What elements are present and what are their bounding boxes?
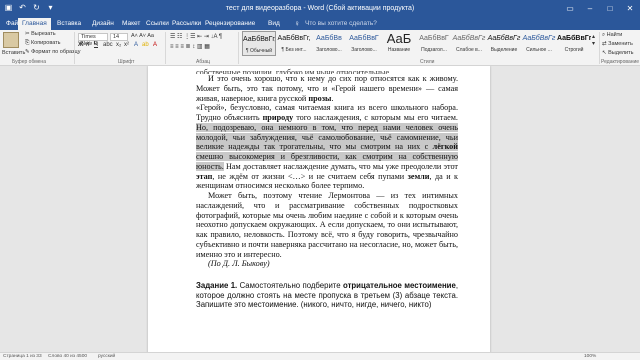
font-size-select[interactable]: 14: [110, 33, 128, 41]
author-line: (По Д. Л. Быкову): [208, 259, 270, 269]
status-bar: Страница 1 из 33 Слово 40 из 4500 русски…: [0, 352, 640, 360]
lightbulb-icon: ♀: [294, 19, 300, 28]
format-painter-button[interactable]: ✎ Формат по образцу: [25, 49, 80, 55]
cut-button[interactable]: ✂ Вырезать: [25, 31, 56, 37]
tab-design[interactable]: Дизайн: [88, 18, 118, 30]
italic-button[interactable]: К: [86, 42, 90, 48]
paragraph-2: «Герой», безусловно, самая читаемая книг…: [196, 103, 459, 191]
subscript-button[interactable]: x₂: [116, 42, 121, 48]
paste-button[interactable]: Вставить: [2, 50, 25, 56]
underline-button[interactable]: Ч: [94, 42, 98, 48]
tab-insert[interactable]: Вставка: [53, 18, 85, 30]
replace-button[interactable]: ⇄ Заменить: [602, 41, 633, 47]
window-title: тест для видеоразбора - Word (Сбой актив…: [225, 5, 415, 12]
paste-icon[interactable]: [3, 32, 19, 48]
close-icon[interactable]: ✕: [620, 0, 640, 18]
editing-group-label: Редактирование: [601, 59, 640, 65]
tab-mailings[interactable]: Рассылки: [168, 18, 205, 30]
align-buttons[interactable]: ≡ ≡ ≡ ≣ ↕ ▥ ▦: [170, 43, 210, 50]
strikethrough-button[interactable]: abc: [103, 42, 113, 48]
style-subtitle[interactable]: АаБбВвГ Подзагол...: [417, 31, 451, 56]
ribbon-tabs: Файл Главная Вставка Дизайн Макет Ссылки…: [0, 18, 640, 30]
highlight-button[interactable]: ab: [142, 42, 149, 48]
style-strong[interactable]: АаБбВвГг Строгий: [557, 31, 591, 56]
document-page[interactable]: собственные позиции, глубоко им ныне отн…: [148, 66, 490, 352]
paragraph-1: И это очень хорошо, что к нему до сих по…: [196, 74, 458, 103]
text-effects-button[interactable]: A: [134, 42, 138, 48]
font-color-button[interactable]: A: [153, 42, 157, 48]
tab-view[interactable]: Вид: [264, 18, 284, 30]
page-counter[interactable]: Страница 1 из 33: [3, 354, 42, 359]
styles-scroll-icon[interactable]: ▴ ▾: [592, 33, 595, 47]
tab-home[interactable]: Главная: [18, 18, 51, 30]
list-buttons[interactable]: ☰ ☷ ⋮☰ ⇤ ⇥ ↓A ¶: [170, 33, 222, 40]
select-button[interactable]: ↖ Выделить: [602, 50, 634, 56]
title-bar: ▣ ↶ ↻ ▾ тест для видеоразбора - Word (Сб…: [0, 0, 640, 18]
grow-font-icon[interactable]: A˄ A˅ Aa: [131, 33, 154, 39]
tab-layout[interactable]: Макет: [118, 18, 144, 30]
style-subtle-emphasis[interactable]: АаБбВвГг Слабое в...: [452, 31, 486, 56]
style-heading1[interactable]: АаБбВв Заголово...: [312, 31, 346, 56]
style-title[interactable]: АаБ Название: [382, 31, 416, 56]
word-counter[interactable]: Слово 40 из 4500: [48, 354, 87, 359]
find-button[interactable]: ⌕ Найти: [602, 32, 622, 39]
tell-me-box[interactable]: Что вы хотите сделать?: [305, 18, 377, 30]
bold-button[interactable]: Ж: [78, 42, 83, 48]
font-group-label: Шрифт: [118, 59, 135, 65]
styles-group-label: Стили: [420, 59, 435, 65]
minimize-icon[interactable]: –: [580, 0, 600, 18]
style-heading2[interactable]: АаБбВвГ Заголово...: [347, 31, 381, 56]
clipboard-group-label: Буфер обмена: [12, 59, 46, 65]
tab-review[interactable]: Рецензирование: [201, 18, 259, 30]
style-normal[interactable]: АаБбВвГг, ¶ Обычный: [242, 31, 276, 56]
zoom-level[interactable]: 100%: [584, 354, 596, 359]
document-body: собственные позиции, глубоко им ныне отн…: [196, 68, 458, 310]
paragraph-3: Может быть, поэтому чтение Лермонтова — …: [196, 191, 458, 259]
superscript-button[interactable]: x²: [124, 42, 129, 48]
paragraph-group-label: Абзац: [196, 59, 211, 65]
font-name-select[interactable]: Times New R: [78, 33, 108, 47]
task-1: Задание 1. Самостоятельно подберите отри…: [196, 281, 458, 310]
window-controls: ▭ – □ ✕: [560, 0, 640, 18]
style-no-spacing[interactable]: АаБбВвГг, ¶ Без инт...: [277, 31, 311, 56]
language-indicator[interactable]: русский: [98, 354, 115, 359]
document-area: собственные позиции, глубоко им ныне отн…: [0, 66, 640, 352]
maximize-icon[interactable]: □: [600, 0, 620, 18]
style-intense-emphasis[interactable]: АаБбВвГг Сильное ...: [522, 31, 556, 56]
style-emphasis[interactable]: АаБбВвГг Выделение: [487, 31, 521, 56]
ribbon: Вставить ✂ Вырезать ⎘ Копировать ✎ Форма…: [0, 30, 640, 66]
copy-button[interactable]: ⎘ Копировать: [25, 40, 61, 47]
ribbon-display-icon[interactable]: ▭: [560, 0, 580, 18]
